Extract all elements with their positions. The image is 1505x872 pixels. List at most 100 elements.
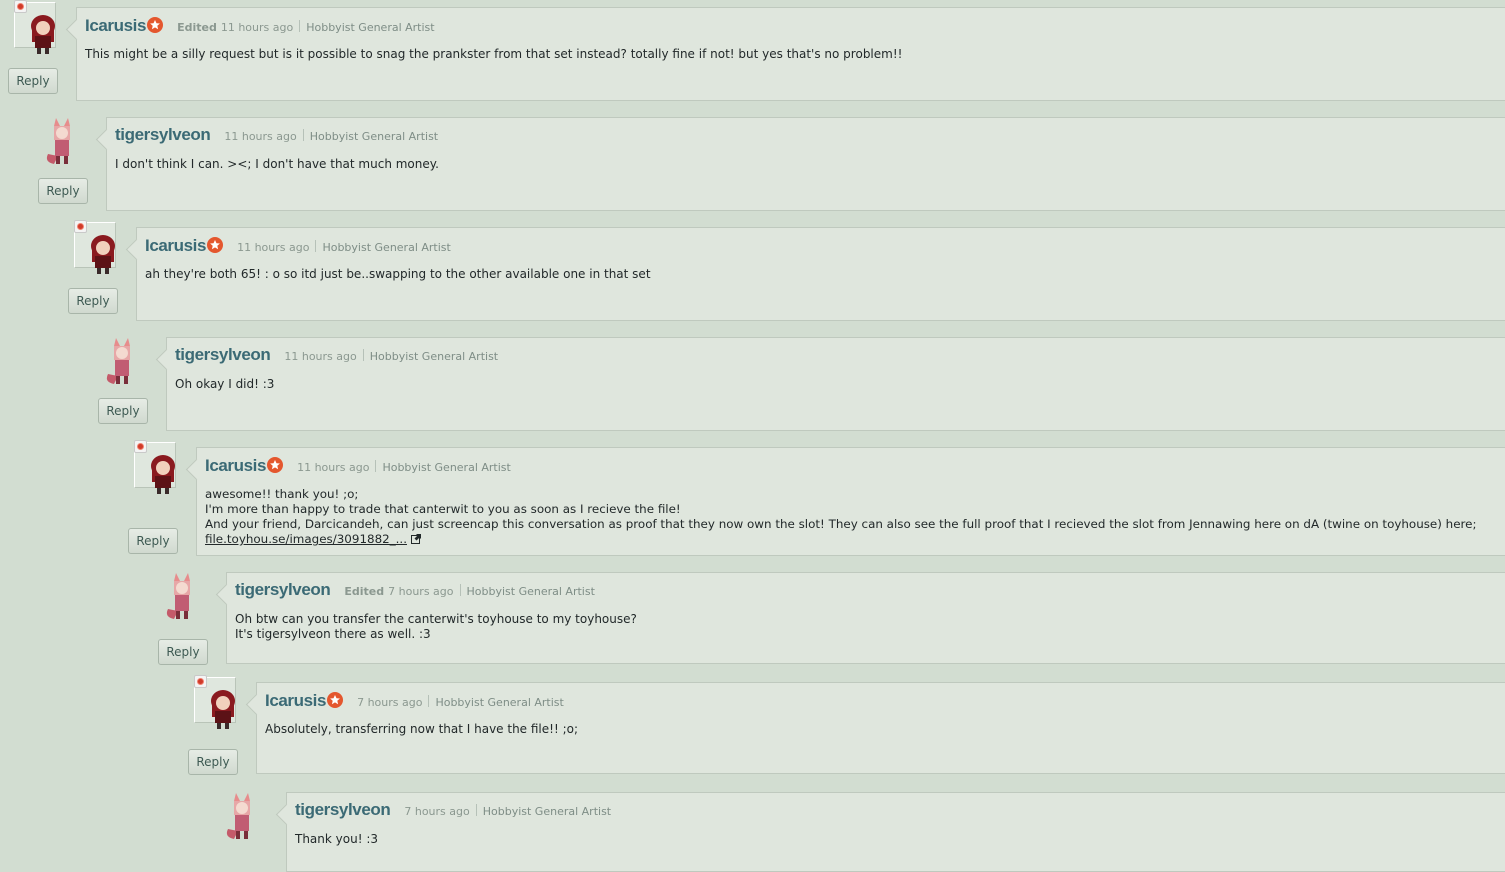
username-link[interactable]: tigersylveon — [235, 580, 331, 600]
timestamp-link[interactable]: 7 hours ago — [388, 585, 453, 598]
comment-header: tigersylveon Edited 7 hours ago Hobbyist… — [235, 580, 595, 600]
comment-bubble: tigersylveon Edited 7 hours ago Hobbyist… — [226, 572, 1505, 664]
file-link[interactable]: file.toyhou.se/images/3091882_... — [205, 532, 407, 546]
avatar-icon — [211, 690, 235, 729]
timestamp-link[interactable]: 11 hours ago — [221, 21, 293, 34]
comment-text: Oh okay I did! :3 — [175, 377, 275, 391]
reply-button[interactable]: Reply — [38, 178, 88, 204]
divider — [428, 695, 430, 707]
reply-button[interactable]: Reply — [8, 68, 58, 94]
divider — [475, 804, 477, 816]
comment-header: Icarusis 7 hours ago Hobbyist General Ar… — [265, 690, 564, 711]
reply-button[interactable]: Reply — [68, 288, 118, 314]
divider — [362, 349, 364, 361]
reply-button[interactable]: Reply — [128, 528, 178, 554]
timestamp-link[interactable]: 11 hours ago — [237, 241, 309, 254]
avatar-icon — [31, 15, 55, 54]
timestamp-link[interactable]: 7 hours ago — [404, 805, 469, 818]
star-badge-icon — [207, 237, 224, 253]
comment: Reply tigersylveon Edited 7 hours ago Ho… — [0, 565, 1505, 675]
user-role: Hobbyist General Artist — [369, 350, 499, 363]
comment: Reply tigersylveon 11 hours ago Hobbyist… — [0, 110, 1505, 220]
comment-body: Oh okay I did! :3 — [175, 377, 1495, 392]
comment-text: Thank you! :3 — [295, 832, 379, 846]
star-badge-icon — [147, 17, 164, 33]
comment-text: It's tigersylveon there as well. :3 — [235, 627, 431, 641]
comment-body: This might be a silly request but is it … — [85, 47, 1495, 62]
user-role: Hobbyist General Artist — [306, 21, 435, 34]
edited-label: Edited — [344, 585, 385, 598]
comment-body: awesome!! thank you! ;o; I'm more than ha… — [205, 487, 1495, 547]
comment-header: Icarusis 11 hours ago Hobbyist General A… — [145, 235, 451, 256]
timestamp-link[interactable]: 7 hours ago — [357, 696, 422, 709]
reply-button[interactable]: Reply — [188, 749, 238, 775]
username-link[interactable]: tigersylveon — [115, 125, 211, 145]
timestamp-link[interactable]: 11 hours ago — [224, 130, 296, 143]
comment-text: This might be a silly request but is it … — [85, 47, 903, 61]
edited-label: Edited — [177, 21, 217, 34]
comment-bubble: tigersylveon 11 hours ago Hobbyist Gener… — [106, 117, 1505, 211]
timestamp-link[interactable]: 11 hours ago — [297, 461, 369, 474]
comment-body: Absolutely, transferring now that I have… — [265, 722, 1495, 737]
comment-text: ah they're both 65! : o so itd just be..… — [145, 267, 651, 281]
comment-header: tigersylveon 11 hours ago Hobbyist Gener… — [115, 125, 438, 145]
reply-button[interactable]: Reply — [158, 639, 208, 665]
comment-body: Oh btw can you transfer the canterwit's … — [235, 612, 1495, 642]
comment-header: Icarusis 11 hours ago Hobbyist General A… — [205, 455, 511, 476]
username-link[interactable]: Icarusis — [265, 691, 326, 711]
comment-bubble: tigersylveon 11 hours ago Hobbyist Gener… — [166, 337, 1505, 431]
avatar[interactable] — [12, 0, 72, 60]
comment-text: I'm more than happy to trade that canter… — [205, 502, 681, 516]
comment-bubble: Icarusis 11 hours ago Hobbyist General A… — [136, 227, 1505, 321]
comment: Reply tigersylveon 11 hours ago Hobbyist… — [0, 330, 1505, 440]
user-role: Hobbyist General Artist — [435, 696, 564, 709]
user-role: Hobbyist General Artist — [466, 585, 595, 598]
avatar-icon — [106, 338, 130, 384]
star-badge-icon — [267, 457, 284, 473]
avatar[interactable] — [102, 330, 162, 390]
avatar-icon — [46, 118, 70, 164]
avatar[interactable] — [132, 440, 192, 500]
comment-text: And your friend, Darcicandeh, can just s… — [205, 517, 1477, 531]
avatar[interactable] — [162, 565, 222, 625]
comment-bubble: Icarusis 11 hours ago Hobbyist General A… — [196, 447, 1505, 556]
comment-bubble: tigersylveon 7 hours ago Hobbyist Genera… — [286, 792, 1505, 872]
avatar[interactable] — [192, 675, 252, 735]
avatar[interactable] — [42, 110, 102, 170]
divider — [299, 20, 301, 32]
external-link-icon — [410, 534, 421, 544]
user-role: Hobbyist General Artist — [382, 461, 511, 474]
avatar[interactable] — [222, 785, 282, 845]
comment: Reply Icarusis 11 hours ago Hobbyist Gen… — [0, 220, 1505, 330]
star-badge-icon — [327, 692, 344, 708]
user-role: Hobbyist General Artist — [309, 130, 439, 143]
username-link[interactable]: Icarusis — [205, 456, 266, 476]
username-link[interactable]: Icarusis — [145, 236, 206, 256]
comment-body: Thank you! :3 — [295, 832, 1495, 847]
user-role: Hobbyist General Artist — [322, 241, 451, 254]
divider — [375, 460, 377, 472]
username-link[interactable]: Icarusis — [85, 16, 146, 36]
comment-text: Oh btw can you transfer the canterwit's … — [235, 612, 637, 626]
avatar-icon — [151, 455, 175, 494]
comment: Reply Icarusis Edited 11 hours ago Hobby… — [0, 0, 1505, 110]
comment-header: tigersylveon 11 hours ago Hobbyist Gener… — [175, 345, 498, 365]
username-link[interactable]: tigersylveon — [295, 800, 391, 820]
comment-text: awesome!! thank you! ;o; — [205, 487, 359, 501]
comment-text: Absolutely, transferring now that I have… — [265, 722, 579, 736]
avatar[interactable] — [72, 220, 132, 280]
comment: Reply Icarusis 11 hours ago Hobbyist Gen… — [0, 440, 1505, 565]
divider — [302, 129, 304, 141]
divider — [459, 584, 461, 596]
comment: tigersylveon 7 hours ago Hobbyist Genera… — [0, 785, 1505, 872]
reply-button[interactable]: Reply — [98, 398, 148, 424]
avatar-icon — [166, 573, 190, 619]
username-link[interactable]: tigersylveon — [175, 345, 271, 365]
timestamp-link[interactable]: 11 hours ago — [284, 350, 356, 363]
comment-bubble: Icarusis 7 hours ago Hobbyist General Ar… — [256, 682, 1505, 774]
comment-bubble: Icarusis Edited 11 hours ago Hobbyist Ge… — [76, 7, 1505, 101]
user-role: Hobbyist General Artist — [482, 805, 612, 818]
comment-text: I don't think I can. ><; I don't have th… — [115, 157, 439, 171]
comment-header: tigersylveon 7 hours ago Hobbyist Genera… — [295, 800, 611, 820]
comment-header: Icarusis Edited 11 hours ago Hobbyist Ge… — [85, 15, 435, 36]
